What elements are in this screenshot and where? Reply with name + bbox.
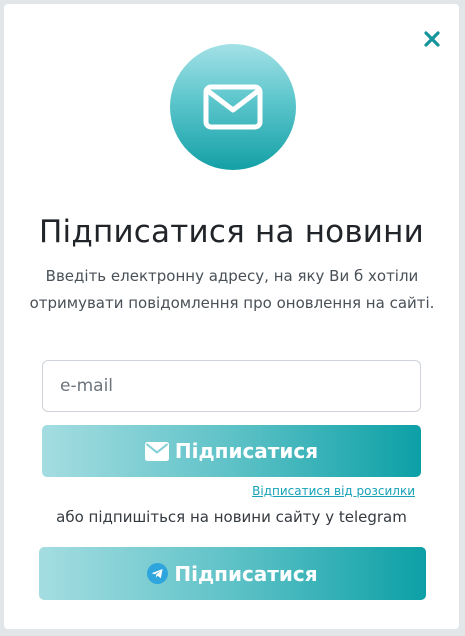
telegram-icon bbox=[147, 563, 169, 584]
envelope-icon bbox=[203, 84, 263, 130]
telegram-subscribe-button[interactable]: Підписатися bbox=[39, 547, 426, 600]
modal-title: Підписатися на новини bbox=[39, 214, 424, 250]
subscribe-button-label: Підписатися bbox=[174, 439, 319, 463]
telegram-button-label: Підписатися bbox=[174, 561, 318, 586]
subscribe-button[interactable]: Підписатися bbox=[42, 425, 421, 477]
email-field[interactable] bbox=[42, 360, 421, 412]
close-icon bbox=[424, 31, 440, 47]
telegram-note: або підпишіться на новини сайту у telegr… bbox=[56, 508, 407, 526]
envelope-icon bbox=[144, 441, 169, 461]
subscribe-modal: Підписатися на новини Введіть електронну… bbox=[4, 4, 459, 629]
envelope-badge bbox=[170, 44, 296, 170]
close-button[interactable] bbox=[423, 30, 441, 48]
unsubscribe-link[interactable]: Відписатися від розсилки bbox=[252, 484, 415, 498]
modal-description: Введіть електронну адресу, на яку Ви б х… bbox=[29, 267, 435, 312]
